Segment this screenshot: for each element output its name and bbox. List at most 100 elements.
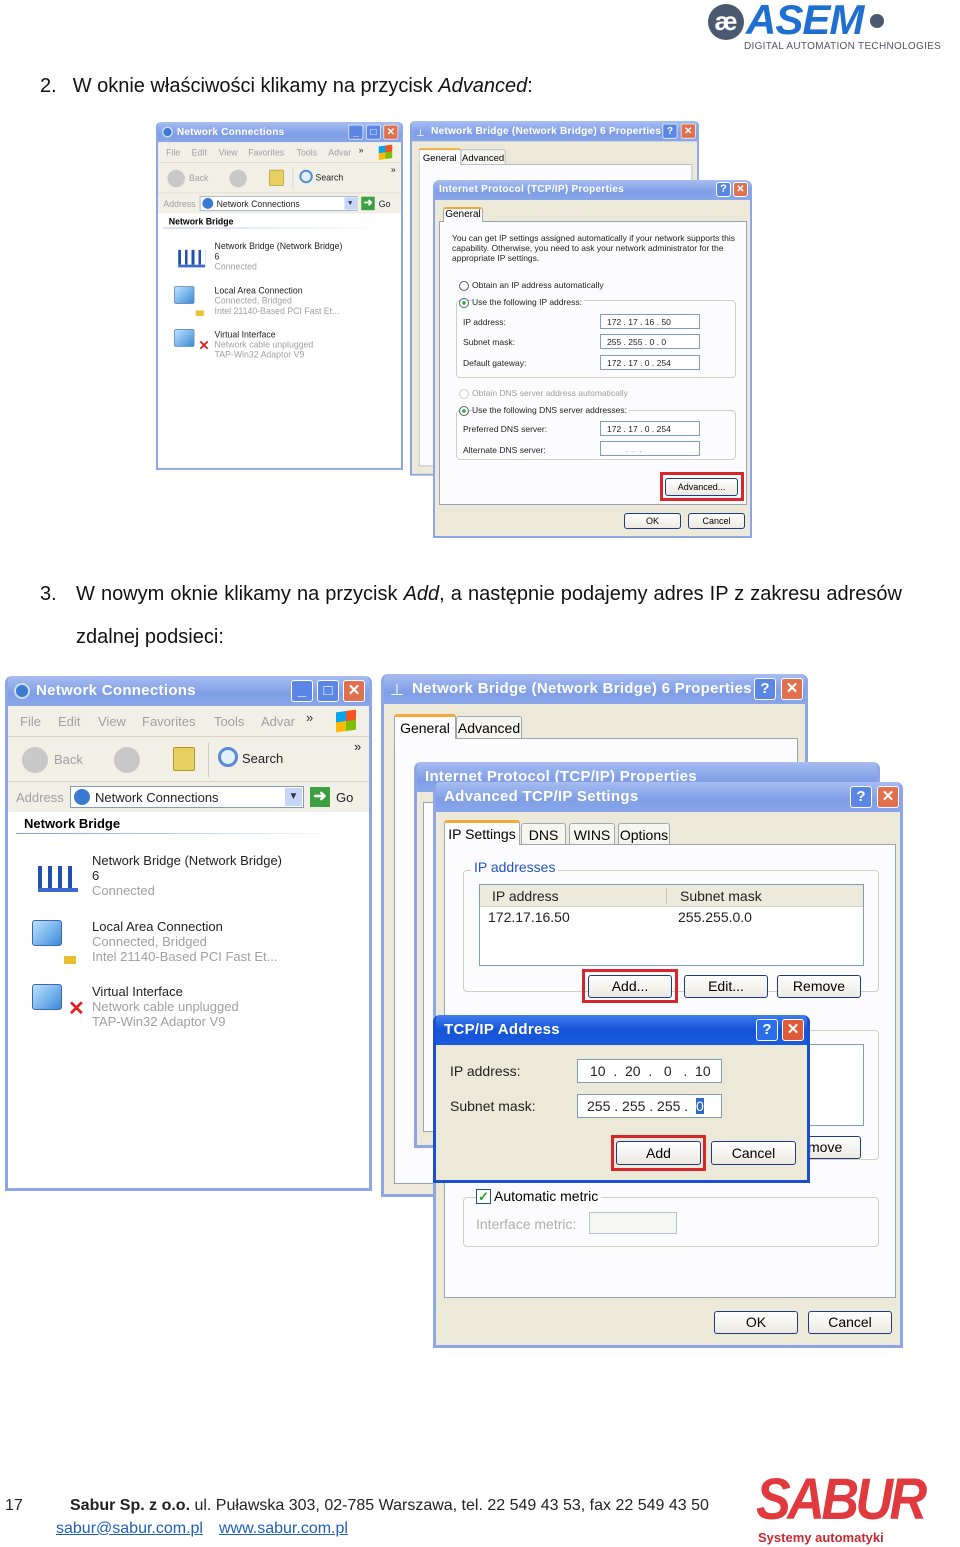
close-button[interactable]: ✕	[733, 182, 748, 197]
chevron-down-icon[interactable]: ▼	[285, 788, 302, 806]
website-link[interactable]: www.sabur.com.pl	[219, 1520, 348, 1538]
help-button[interactable]: ?	[850, 786, 872, 808]
list-item[interactable]: Network Bridge (Network Bridge) 6 Connecte…	[92, 853, 282, 898]
maximize-button[interactable]: □	[365, 124, 381, 140]
help-button[interactable]: ?	[662, 123, 678, 139]
go-arrow-icon[interactable]: ➜	[361, 196, 375, 211]
gateway-input[interactable]: 172 . 17 . 0 . 254	[600, 355, 700, 370]
menu-file[interactable]: File	[166, 148, 180, 158]
cancel-button[interactable]: Cancel	[688, 513, 745, 529]
tab-wins[interactable]: WINS	[569, 823, 615, 846]
back-icon[interactable]	[167, 169, 185, 188]
address-input[interactable]: Network Connections	[199, 196, 358, 211]
tab-advanced[interactable]: Advanced	[456, 716, 522, 739]
menu-advanced[interactable]: Advar	[328, 148, 351, 158]
list-item[interactable]: Virtual Interface Network cable unplugged…	[215, 329, 314, 359]
list-item[interactable]: Local Area Connection Connected, Bridged I…	[215, 286, 340, 316]
email-link[interactable]: sabur@sabur.com.pl	[56, 1520, 203, 1538]
search-button[interactable]: Search	[316, 172, 344, 182]
close-button[interactable]: ✕	[877, 786, 899, 808]
radio-auto-dns[interactable]	[459, 389, 469, 399]
ip-address-list[interactable]: IP address Subnet mask 172.17.16.50 255.…	[479, 884, 864, 966]
close-button[interactable]: ✕	[383, 124, 399, 140]
item-detail: TAP-Win32 Adaptor V9	[92, 1014, 226, 1029]
cancel-button[interactable]: Cancel	[808, 1311, 892, 1334]
menu-advanced[interactable]: Advar	[261, 714, 295, 729]
subnet-mask-input[interactable]: 255 . 255 . 0 . 0	[600, 334, 700, 349]
ip-address-input[interactable]: 10 . 20 . 0 . 10	[577, 1059, 722, 1083]
menu-favorites[interactable]: Favorites	[142, 714, 195, 729]
tab-options[interactable]: Options	[618, 823, 670, 846]
list-item[interactable]: Local Area Connection Connected, Bridged I…	[92, 919, 277, 964]
toolbar-more[interactable]: »	[391, 164, 396, 174]
search-button[interactable]: Search	[242, 751, 283, 766]
tab-general[interactable]: General	[418, 148, 461, 166]
ok-button[interactable]: OK	[624, 513, 681, 529]
tab-ip-settings[interactable]: IP Settings	[444, 820, 520, 845]
advanced-button[interactable]: Advanced...	[665, 478, 738, 496]
tab-dns[interactable]: DNS	[521, 823, 566, 846]
cancel-button[interactable]: Cancel	[711, 1141, 796, 1165]
menu-more[interactable]: »	[306, 710, 313, 725]
search-icon[interactable]	[218, 747, 238, 767]
item-name: Network Bridge (Network Bridge)	[214, 241, 343, 252]
menu-tools[interactable]: Tools	[214, 714, 244, 729]
toolbar-more[interactable]: »	[354, 739, 361, 754]
ip-address-input[interactable]: 172 . 17 . 16 . 50	[600, 314, 700, 329]
subnet-mask-input[interactable]: 255 . 255 . 255 . 0	[577, 1094, 722, 1118]
radio-auto-ip[interactable]	[459, 281, 469, 291]
help-button[interactable]: ?	[756, 1019, 778, 1041]
interface-metric-input[interactable]	[589, 1212, 677, 1234]
row-ip-address[interactable]: 172.17.16.50	[488, 909, 570, 925]
menu-view[interactable]: View	[98, 714, 126, 729]
menu-more[interactable]: »	[359, 145, 364, 155]
menu-view[interactable]: View	[219, 148, 238, 158]
search-icon[interactable]	[299, 169, 313, 184]
menu-edit[interactable]: Edit	[58, 714, 80, 729]
up-folder-icon[interactable]	[173, 747, 195, 771]
tab-general[interactable]: General	[443, 207, 483, 222]
add-button[interactable]: Add	[616, 1141, 701, 1165]
forward-icon[interactable]	[114, 747, 140, 773]
back-button[interactable]: Back	[189, 173, 208, 183]
row-subnet-mask[interactable]: 255.255.0.0	[678, 909, 752, 925]
minimize-button[interactable]: _	[291, 680, 313, 702]
remove-button[interactable]: Remove	[777, 975, 861, 998]
automatic-metric-checkbox[interactable]: ✓	[476, 1189, 491, 1204]
add-button[interactable]: Add...	[588, 975, 672, 998]
close-button[interactable]: ✕	[343, 680, 365, 702]
column-ip-address[interactable]: IP address	[492, 888, 559, 904]
menu-tools[interactable]: Tools	[297, 148, 317, 158]
maximize-button[interactable]: □	[317, 680, 339, 702]
menu-file[interactable]: File	[20, 714, 41, 729]
ok-button[interactable]: OK	[714, 1311, 798, 1334]
radio-manual-dns[interactable]	[459, 406, 469, 416]
menu-edit[interactable]: Edit	[192, 148, 207, 158]
back-button[interactable]: Back	[54, 752, 83, 767]
forward-icon[interactable]	[229, 169, 247, 188]
list-item[interactable]: Network Bridge (Network Bridge) 6 Connecte…	[215, 241, 343, 271]
up-folder-icon[interactable]	[269, 169, 284, 186]
go-button[interactable]: Go	[336, 790, 353, 805]
list-item[interactable]: Virtual Interface Network cable unplugged…	[92, 984, 239, 1029]
help-button[interactable]: ?	[754, 678, 776, 700]
radio-manual-ip[interactable]	[459, 298, 469, 308]
close-button[interactable]: ✕	[680, 123, 696, 139]
chevron-down-icon[interactable]: ▼	[344, 197, 356, 210]
help-button[interactable]: ?	[716, 182, 731, 197]
back-icon[interactable]	[22, 747, 48, 773]
close-button[interactable]: ✕	[782, 1019, 804, 1041]
menu-favorites[interactable]: Favorites	[248, 148, 284, 158]
tab-general[interactable]: General	[394, 714, 456, 739]
go-button[interactable]: Go	[379, 199, 391, 209]
close-button[interactable]: ✕	[781, 678, 803, 700]
column-subnet-mask[interactable]: Subnet mask	[680, 888, 762, 904]
edit-button[interactable]: Edit...	[684, 975, 768, 998]
logo-dot	[870, 14, 884, 28]
go-arrow-icon[interactable]: ➜	[310, 787, 330, 807]
address-input[interactable]: Network Connections	[70, 786, 304, 808]
tab-advanced[interactable]: Advanced	[460, 149, 506, 166]
minimize-button[interactable]: _	[348, 124, 364, 140]
preferred-dns-input[interactable]: 172 . 17 . 0 . 254	[600, 421, 700, 436]
alternate-dns-input[interactable]: . . .	[600, 441, 700, 456]
